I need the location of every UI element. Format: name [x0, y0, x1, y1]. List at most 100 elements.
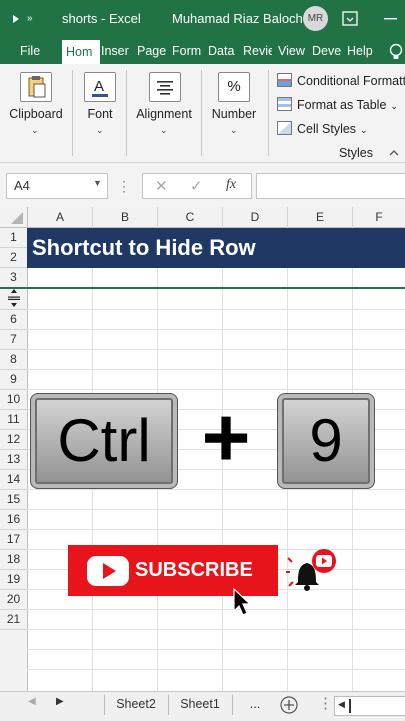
- column-header[interactable]: D: [223, 207, 288, 228]
- svg-text:A: A: [94, 78, 104, 95]
- row-header[interactable]: [0, 288, 28, 310]
- tab-formulas[interactable]: Form: [172, 38, 202, 64]
- sheet-tab-bar: ◀ ▶ Sheet2 Sheet1 ... ⋮ ◀: [0, 691, 405, 721]
- row-header[interactable]: 8: [0, 350, 28, 370]
- tab-view[interactable]: View: [278, 38, 308, 64]
- row-header[interactable]: 18: [0, 550, 28, 570]
- sheet-tab-sheet2[interactable]: Sheet2: [108, 692, 164, 716]
- nine-key-label: 9: [309, 407, 343, 474]
- font-color-icon: A: [92, 78, 108, 97]
- column-header[interactable]: F: [353, 207, 405, 228]
- more-sheets[interactable]: ...: [240, 692, 270, 716]
- tab-page-layout[interactable]: Page: [137, 38, 167, 64]
- row-header[interactable]: 6: [0, 310, 28, 330]
- align-center-icon: [157, 81, 173, 95]
- chevron-down-icon[interactable]: ⌄: [160, 125, 168, 136]
- scroll-left-icon[interactable]: ◀: [28, 696, 36, 707]
- formula-input[interactable]: [256, 173, 405, 199]
- avatar[interactable]: MR: [303, 6, 328, 31]
- ribbon-tabs: File Hom Inser Page Form Data Revie View…: [0, 38, 405, 64]
- youtube-play-icon: [87, 556, 129, 586]
- collapse-ribbon-icon[interactable]: [388, 148, 400, 158]
- number-group-button[interactable]: %: [218, 72, 250, 102]
- tab-review[interactable]: Revie: [243, 38, 272, 64]
- sheet-tab-sheet1[interactable]: Sheet1: [172, 692, 228, 716]
- row-header[interactable]: 13: [0, 450, 28, 470]
- horizontal-scrollbar[interactable]: ◀: [334, 696, 405, 716]
- window-title: shorts - Excel: [62, 11, 141, 26]
- tab-insert[interactable]: Inser: [101, 38, 131, 64]
- row-header[interactable]: 9: [0, 370, 28, 390]
- cell-styles-button[interactable]: Cell Styles ⌄: [277, 121, 368, 136]
- row-header[interactable]: 10: [0, 390, 28, 410]
- ribbon-display-icon[interactable]: [341, 10, 359, 28]
- name-box[interactable]: A4 ▼: [6, 173, 108, 199]
- chevron-down-icon[interactable]: ⌄: [230, 125, 238, 136]
- cancel-icon[interactable]: ✕: [155, 177, 168, 195]
- insert-function-icon[interactable]: fx: [226, 177, 236, 193]
- row-header[interactable]: 3: [0, 268, 28, 288]
- row-header[interactable]: 12: [0, 430, 28, 450]
- qat-arrow-icon[interactable]: »: [27, 13, 33, 24]
- mouse-pointer-icon: [233, 588, 252, 616]
- tab-file[interactable]: File: [20, 38, 46, 64]
- tab-developer[interactable]: Deve: [312, 38, 342, 64]
- font-group-button[interactable]: A: [84, 72, 116, 102]
- user-name[interactable]: Muhamad Riaz Baloch: [172, 11, 303, 26]
- nine-key: 9: [277, 393, 375, 489]
- row-header[interactable]: 19: [0, 570, 28, 590]
- row-header-filler: [0, 630, 28, 691]
- select-all-corner[interactable]: [0, 207, 28, 228]
- plus-sign: +: [201, 390, 251, 484]
- scroll-left-icon[interactable]: ◀: [338, 699, 345, 710]
- paste-icon: [28, 76, 46, 98]
- row-header[interactable]: 15: [0, 490, 28, 510]
- row-header[interactable]: 20: [0, 590, 28, 610]
- row-header[interactable]: 11: [0, 410, 28, 430]
- column-header[interactable]: E: [288, 207, 353, 228]
- conditional-formatting-icon: [277, 73, 292, 87]
- row-header[interactable]: 7: [0, 330, 28, 350]
- row-header[interactable]: 16: [0, 510, 28, 530]
- drag-handle-icon[interactable]: ⋮: [117, 178, 132, 195]
- chevron-down-icon[interactable]: ⌄: [31, 125, 39, 136]
- alignment-label: Alignment: [136, 107, 192, 121]
- minimize-icon[interactable]: [384, 18, 398, 21]
- tab-split-handle[interactable]: ⋮: [318, 694, 333, 712]
- ribbon: Clipboard ⌄ A Font ⌄ Alignment ⌄ % Numbe…: [0, 64, 405, 163]
- styles-group-label: Styles: [338, 146, 374, 160]
- formula-controls: ✕ ✓ fx: [142, 173, 252, 199]
- title-bar: » shorts - Excel Muhamad Riaz Baloch MR: [0, 0, 405, 38]
- row-header[interactable]: 17: [0, 530, 28, 550]
- alignment-group-button[interactable]: [149, 72, 181, 102]
- title-banner: Shortcut to Hide Row: [27, 228, 405, 268]
- column-header[interactable]: C: [158, 207, 223, 228]
- clipboard-group-button[interactable]: [20, 72, 52, 102]
- tab-help[interactable]: Help: [347, 38, 377, 64]
- percent-icon: %: [227, 78, 241, 95]
- ctrl-key-label: Ctrl: [57, 407, 151, 474]
- chevron-down-icon[interactable]: ⌄: [96, 125, 104, 136]
- tab-home[interactable]: Hom: [62, 40, 100, 64]
- formula-bar: A4 ▼ ⋮ ✕ ✓ fx: [0, 163, 405, 207]
- column-header[interactable]: A: [28, 207, 93, 228]
- format-table-icon: [277, 97, 292, 111]
- column-header[interactable]: B: [93, 207, 158, 228]
- scroll-right-icon[interactable]: ▶: [56, 696, 64, 707]
- notification-bell-icon: [286, 549, 336, 591]
- number-label: Number: [211, 107, 257, 121]
- confirm-icon[interactable]: ✓: [190, 177, 203, 195]
- chevron-down-icon[interactable]: ▼: [93, 178, 102, 188]
- autosave-icon[interactable]: [8, 10, 24, 28]
- row-header[interactable]: 21: [0, 610, 28, 630]
- row-header[interactable]: 14: [0, 470, 28, 490]
- conditional-formatting-button[interactable]: Conditional Formatt: [277, 73, 405, 88]
- lightbulb-icon[interactable]: [388, 42, 404, 62]
- format-as-table-button[interactable]: Format as Table ⌄: [277, 97, 398, 112]
- ctrl-key: Ctrl: [30, 393, 178, 489]
- clipboard-label: Clipboard: [9, 107, 63, 121]
- row-header[interactable]: 2: [0, 248, 28, 268]
- tab-data[interactable]: Data: [208, 38, 238, 64]
- add-sheet-icon[interactable]: [279, 695, 299, 715]
- row-header[interactable]: 1: [0, 228, 28, 248]
